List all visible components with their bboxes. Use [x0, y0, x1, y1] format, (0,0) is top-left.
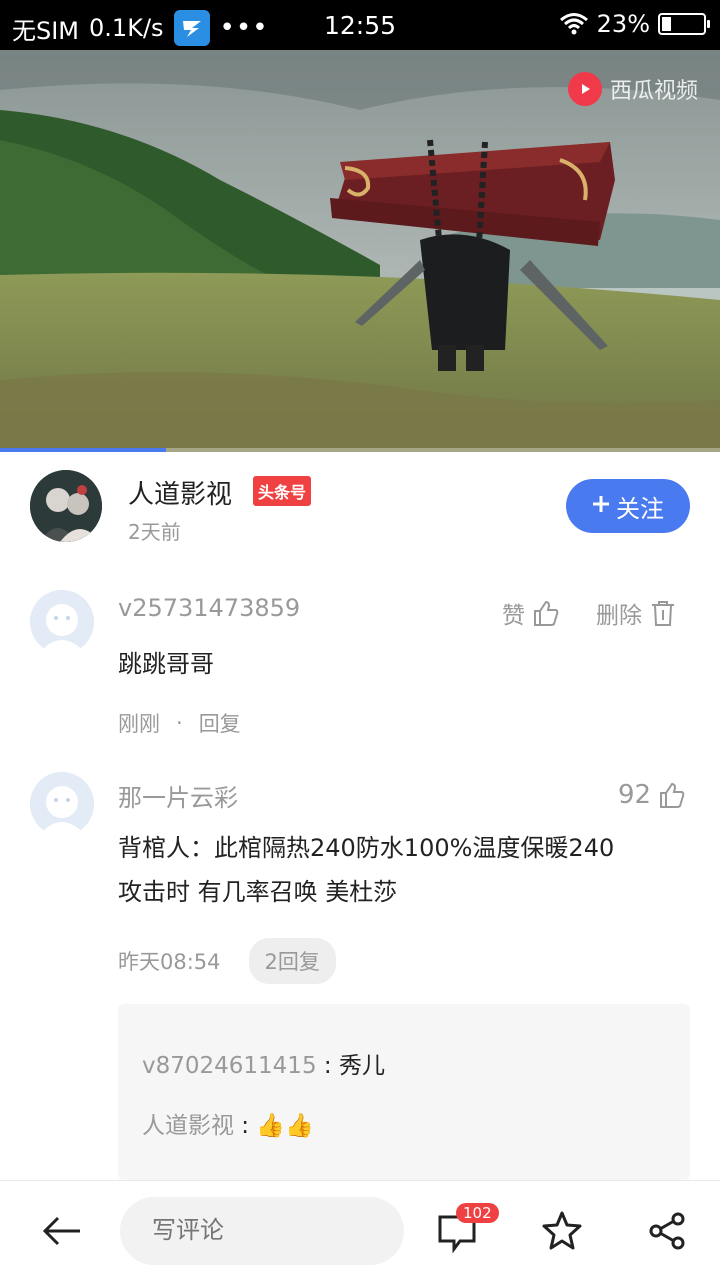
- meta-separator: ·: [176, 711, 183, 735]
- reply-username[interactable]: v87024611415: [142, 1053, 317, 1079]
- reply-count-button[interactable]: 2回复: [248, 938, 336, 984]
- wifi-icon: [559, 13, 588, 35]
- battery-level: [662, 17, 671, 31]
- bottom-bar: 102: [0, 1180, 720, 1280]
- reply-text: 👍👍: [256, 1113, 314, 1139]
- reply-item: 人道影视 : 👍👍: [142, 1106, 314, 1140]
- reply-text: 秀儿: [338, 1053, 385, 1079]
- replies-box[interactable]: v87024611415 : 秀儿 人道影视 : 👍👍: [118, 1004, 690, 1180]
- comment-count-badge: 102: [456, 1203, 499, 1223]
- comment-username[interactable]: 那一片云彩: [118, 778, 238, 813]
- comment-text-line: 背棺人：此棺隔热240防水100%温度保暖240: [118, 834, 615, 862]
- reply-username[interactable]: 人道影视: [142, 1113, 234, 1139]
- status-right: 23%: [559, 10, 710, 38]
- author-avatar[interactable]: [30, 470, 102, 542]
- reply-item: v87024611415 : 秀儿: [142, 1046, 385, 1080]
- trash-icon: [652, 601, 674, 626]
- thumb-up-icon: [660, 782, 685, 808]
- like-count: 92: [618, 780, 652, 810]
- video-watermark: 西瓜视频: [567, 72, 698, 106]
- comment-time: 刚刚: [118, 712, 160, 736]
- like-label: 赞: [502, 603, 525, 629]
- back-icon[interactable]: [40, 1209, 84, 1257]
- author-name[interactable]: 人道影视: [128, 474, 232, 511]
- like-button[interactable]: 92: [618, 780, 687, 810]
- comment-meta: 昨天08:54 2回复: [118, 938, 336, 984]
- follow-label: 关注: [616, 495, 664, 523]
- thumb-up-icon: [534, 600, 559, 626]
- status-bar: 无SIM 0.1K/s ••• 12:55 23%: [0, 0, 720, 50]
- xigua-logo-icon: [567, 72, 602, 106]
- comment-text: 背棺人：此棺隔热240防水100%温度保暖240 攻击时 有几率召唤 美杜莎: [118, 826, 708, 914]
- comment-text-line: 攻击时 有几率召唤 美杜莎: [118, 878, 398, 906]
- battery-percent: 23%: [596, 10, 650, 38]
- watermark-text: 西瓜视频: [609, 79, 698, 104]
- comment-text: 跳跳哥哥: [118, 650, 214, 678]
- author-row: 人道影视 头条号 2天前 关注: [0, 452, 720, 562]
- comment-username[interactable]: v25731473859: [118, 594, 300, 622]
- comment-input[interactable]: [120, 1197, 404, 1265]
- delete-button[interactable]: 删除: [596, 596, 678, 630]
- reply-link[interactable]: 回复: [199, 708, 241, 738]
- reply-separator: :: [234, 1113, 257, 1139]
- video-frame: [0, 50, 720, 452]
- video-player[interactable]: 西瓜视频: [0, 50, 720, 452]
- comment-avatar[interactable]: [30, 590, 94, 654]
- comment-avatar[interactable]: [30, 772, 94, 836]
- post-time: 2天前: [128, 520, 181, 544]
- follow-button[interactable]: 关注: [566, 479, 690, 533]
- delete-label: 删除: [596, 603, 642, 629]
- reply-separator: :: [316, 1053, 339, 1079]
- comment-meta: 刚刚 · 回复: [118, 708, 241, 738]
- favorite-star-icon[interactable]: [540, 1209, 584, 1257]
- battery-icon: [658, 13, 710, 35]
- comment-time: 昨天08:54: [118, 950, 221, 974]
- toutiao-tag-badge: 头条号: [253, 476, 312, 506]
- share-icon[interactable]: [646, 1209, 690, 1257]
- plus-icon: [592, 492, 610, 520]
- like-button[interactable]: 赞: [502, 596, 561, 630]
